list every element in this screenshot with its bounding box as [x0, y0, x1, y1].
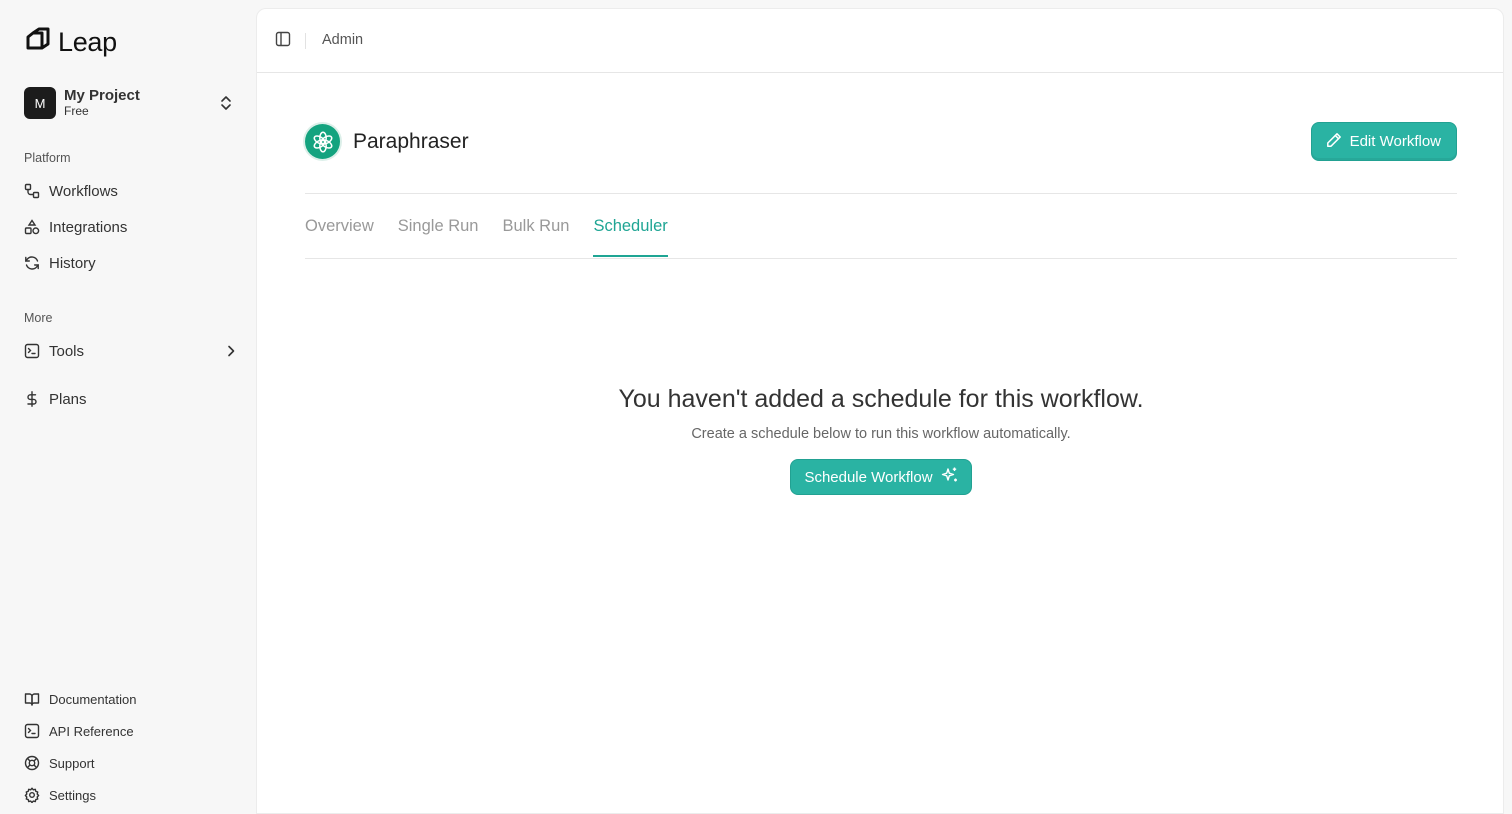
sparkles-icon — [941, 466, 959, 488]
sidebar-item-label: Workflows — [49, 182, 118, 200]
gear-icon — [24, 787, 40, 803]
edit-workflow-label: Edit Workflow — [1349, 133, 1441, 150]
pencil-icon — [1326, 132, 1342, 152]
header-divider — [305, 193, 1457, 194]
workflow-title: Paraphraser — [353, 130, 469, 153]
schedule-workflow-label: Schedule Workflow — [804, 468, 933, 486]
app-name: Leap — [58, 26, 117, 57]
tab-scheduler[interactable]: Scheduler — [593, 215, 668, 257]
workflow-header: Paraphraser Edit Workflow — [305, 121, 1457, 171]
sidebar-item-workflows[interactable]: Workflows — [24, 178, 236, 204]
project-avatar: M — [24, 87, 56, 119]
sidebar-item-label: Plans — [49, 390, 87, 408]
sidebar-item-label: History — [49, 254, 96, 272]
sidebar-item-tools[interactable]: Tools — [24, 338, 236, 364]
sidebar-item-label: Tools — [49, 342, 85, 360]
terminal-icon — [24, 723, 40, 739]
schedule-workflow-button[interactable]: Schedule Workflow — [790, 459, 972, 495]
sidebar: Leap M My Project Free Platform Workflow… — [0, 0, 256, 814]
sidebar-item-label: Support — [49, 755, 95, 771]
project-name: My Project — [64, 86, 140, 104]
sidebar-item-label: Integrations — [49, 218, 128, 236]
project-plan: Free — [64, 104, 89, 119]
empty-state-subtitle: Create a schedule below to run this work… — [691, 426, 1071, 442]
shapes-icon — [24, 219, 40, 235]
sidebar-item-history[interactable]: History — [24, 250, 236, 276]
sidebar-item-label: Settings — [49, 787, 96, 803]
section-label-more: More — [24, 311, 53, 325]
topbar-divider — [305, 33, 306, 49]
leap-logo-icon — [26, 27, 50, 58]
app-logo[interactable]: Leap — [26, 26, 117, 58]
dollar-icon — [24, 391, 40, 407]
tab-bulk-run[interactable]: Bulk Run — [503, 215, 570, 257]
sidebar-item-api-reference[interactable]: API Reference — [24, 721, 224, 741]
chevron-right-icon — [226, 345, 236, 357]
chevrons-up-down-icon — [220, 95, 232, 111]
project-switcher[interactable]: M My Project Free — [24, 86, 240, 120]
openai-icon — [305, 124, 340, 159]
empty-state-title: You haven't added a schedule for this wo… — [618, 385, 1144, 413]
breadcrumb[interactable]: Admin — [322, 32, 363, 48]
sidebar-item-label: API Reference — [49, 723, 134, 739]
sidebar-item-integrations[interactable]: Integrations — [24, 214, 236, 240]
sidebar-item-documentation[interactable]: Documentation — [24, 689, 224, 709]
sidebar-item-settings[interactable]: Settings — [24, 785, 224, 805]
refresh-icon — [24, 255, 40, 271]
edit-workflow-button[interactable]: Edit Workflow — [1310, 122, 1457, 161]
tab-single-run[interactable]: Single Run — [398, 215, 479, 257]
topbar: Admin — [257, 9, 1503, 73]
panel-left-icon — [275, 31, 291, 52]
terminal-icon — [24, 343, 40, 359]
sidebar-item-plans[interactable]: Plans — [24, 386, 236, 412]
empty-state: You haven't added a schedule for this wo… — [257, 385, 1505, 495]
workflow-icon — [24, 183, 40, 199]
tabs-divider — [305, 258, 1457, 259]
tab-overview[interactable]: Overview — [305, 215, 374, 257]
sidebar-item-label: Documentation — [49, 691, 137, 707]
workflow-tabs: Overview Single Run Bulk Run Scheduler — [305, 215, 1457, 259]
main-panel: Admin Paraphraser Edit Workflow Overview… — [256, 8, 1504, 814]
sidebar-toggle-button[interactable] — [274, 31, 292, 52]
sidebar-item-support[interactable]: Support — [24, 753, 224, 773]
lifebuoy-icon — [24, 755, 40, 771]
section-label-platform: Platform — [24, 151, 71, 165]
book-icon — [24, 691, 40, 707]
